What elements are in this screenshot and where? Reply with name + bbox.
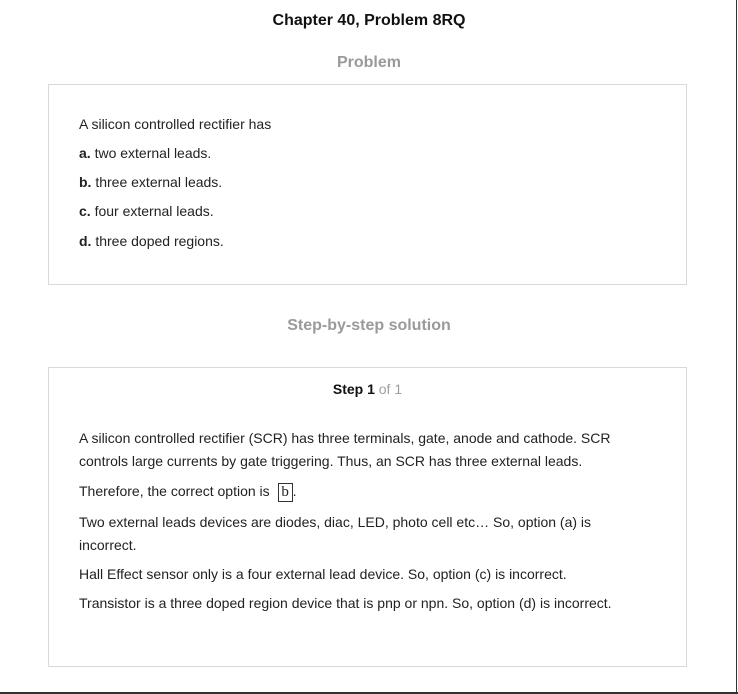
- option-letter: d.: [79, 233, 92, 249]
- answer-suffix: .: [292, 483, 297, 499]
- answer-box: b: [277, 482, 293, 502]
- option-letter: b.: [79, 174, 92, 190]
- problem-statement: A silicon controlled rectifier has: [79, 116, 272, 132]
- step-indicator: Step 1 of 1: [49, 381, 686, 397]
- problem-card: A silicon controlled rectifier has a. tw…: [48, 84, 687, 285]
- solution-paragraph-3: Hall Effect sensor only is a four extern…: [79, 566, 567, 582]
- answer-line: Therefore, the correct option is b.: [79, 480, 649, 503]
- frame-border-right: [736, 0, 737, 694]
- problem-heading: Problem: [336, 54, 401, 71]
- solution-card: Step 1 of 1 A silicon controlled rectifi…: [48, 367, 687, 667]
- option-letter: a.: [79, 145, 91, 161]
- option-b: b. three external leads.: [79, 171, 222, 193]
- option-letter: c.: [79, 203, 91, 219]
- option-text: three doped regions.: [91, 233, 224, 249]
- solution-paragraph-1: A silicon controlled rectifier (SCR) has…: [79, 430, 611, 469]
- option-text: four external leads.: [90, 203, 214, 219]
- solution-heading: Step-by-step solution: [287, 317, 451, 334]
- option-a: a. two external leads.: [79, 142, 211, 164]
- answer-lead-text: Therefore, the correct option is: [79, 483, 270, 499]
- step-label: Step 1: [332, 381, 375, 397]
- solution-paragraph-4: Transistor is a three doped region devic…: [79, 595, 612, 611]
- option-text: two external leads.: [90, 145, 212, 161]
- option-d: d. three doped regions.: [79, 230, 224, 252]
- step-total: of 1: [374, 381, 403, 397]
- option-text: three external leads.: [91, 174, 223, 190]
- solution-paragraph-2: Two external leads devices are diodes, d…: [79, 514, 592, 553]
- page-title: Chapter 40, Problem 8RQ: [272, 12, 466, 29]
- option-c: c. four external leads.: [79, 200, 214, 222]
